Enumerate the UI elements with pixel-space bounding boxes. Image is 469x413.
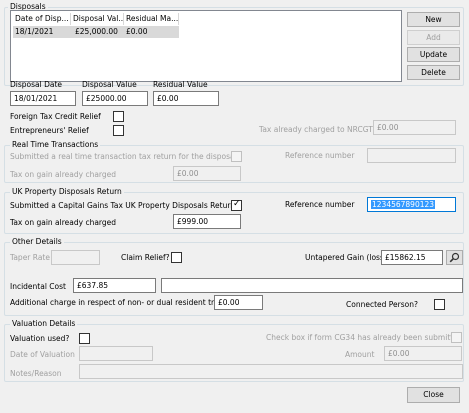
disposal-value-field[interactable]: £25000.00 [82, 91, 148, 106]
ukpd-reference-label: Reference number [285, 200, 355, 209]
new-button[interactable]: New [407, 12, 460, 27]
ukpd-reference-selected-text: 1234567890123 [371, 200, 436, 209]
additional-charge-field[interactable]: £0.00 [214, 295, 263, 310]
valuation-date-label: Date of Valuation [10, 350, 75, 359]
row-date-cell: 18/1/2021 [15, 27, 54, 36]
valuation-group-title: Valuation Details [10, 319, 78, 329]
disposal-date-label: Disposal Date [10, 80, 63, 89]
valuation-used-label: Valuation used? [10, 334, 70, 343]
amount-field[interactable]: £0.00 [384, 346, 462, 361]
rtt-submitted-checkbox[interactable] [231, 151, 242, 162]
notes-reason-field[interactable] [79, 364, 463, 379]
column-header-residual[interactable]: Residual Ma... [124, 13, 179, 25]
disposal-date-field[interactable]: 18/01/2021 [10, 91, 76, 106]
valuation-date-field[interactable] [79, 346, 153, 361]
row-residual-cell: £0.00 [126, 27, 148, 36]
cg34-checkbox[interactable] [451, 332, 462, 343]
entrepreneurs-relief-label: Entrepreneurs' Relief [10, 126, 89, 135]
rtt-reference-field[interactable] [367, 148, 456, 163]
update-button[interactable]: Update [407, 47, 460, 62]
ukpd-submitted-label: Submitted a Capital Gains Tax UK Propert… [10, 201, 236, 210]
taper-rate-field[interactable] [51, 250, 100, 265]
row-value-cell: £25,000.00 [75, 27, 118, 36]
taper-rate-label: Taper Rate [10, 253, 50, 262]
residual-value-field[interactable]: £0.00 [153, 91, 219, 106]
foreign-tax-credit-checkbox[interactable] [113, 111, 124, 122]
other-details-group-title: Other Details [10, 237, 64, 247]
rtt-reference-label: Reference number [285, 151, 355, 160]
disposals-list[interactable]: Date of Disp... Disposal Val... Residual… [10, 10, 402, 82]
rtt-tax-label: Tax on gain already charged [10, 170, 117, 179]
incidental-cost-field[interactable]: £637.85 [73, 278, 156, 293]
additional-charge-label: Additional charge in respect of non- or … [10, 298, 230, 307]
nrcgt-label: Tax already charged to NRCGT [259, 125, 373, 134]
cg34-label: Check box if form CG34 has already been … [266, 333, 463, 342]
incidental-note-field[interactable] [161, 278, 463, 293]
incidental-cost-label: Incidental Cost [10, 282, 66, 291]
nrcgt-field[interactable]: £0.00 [373, 120, 456, 135]
connected-person-checkbox[interactable] [434, 299, 445, 310]
add-button[interactable]: Add [407, 30, 460, 45]
notes-reason-label: Notes/Reason [10, 369, 62, 378]
disposal-value-label: Disposal Value [82, 80, 137, 89]
valuation-used-checkbox[interactable] [79, 333, 90, 344]
ukpd-tax-field[interactable]: £999.00 [173, 214, 241, 229]
ukpd-tax-label: Tax on gain already charged [10, 218, 117, 227]
foreign-tax-credit-label: Foreign Tax Credit Relief [10, 112, 101, 121]
claim-relief-checkbox[interactable] [171, 252, 182, 263]
checkmark-icon: ✓ [233, 199, 241, 209]
entrepreneurs-relief-checkbox[interactable] [113, 125, 124, 136]
delete-button[interactable]: Delete [407, 65, 460, 80]
column-header-date[interactable]: Date of Disp... [13, 13, 71, 25]
amount-label: Amount [345, 350, 375, 359]
connected-person-label: Connected Person? [346, 300, 418, 309]
ukpd-reference-field[interactable]: 1234567890123 [367, 197, 456, 212]
close-button[interactable]: Close [407, 387, 460, 403]
rtt-tax-field[interactable]: £0.00 [173, 166, 241, 181]
claim-relief-label: Claim Relief? [121, 253, 170, 262]
search-button[interactable] [446, 250, 463, 265]
ukpd-group-title: UK Property Disposals Return [10, 187, 124, 197]
table-row[interactable]: 18/1/2021 £25,000.00 £0.00 [13, 26, 179, 38]
untapered-gain-label: Untapered Gain (loss) [305, 253, 387, 262]
residual-value-label: Residual Value [153, 80, 208, 89]
untapered-gain-field[interactable]: £15862.15 [381, 250, 443, 265]
column-header-value[interactable]: Disposal Val... [71, 13, 124, 25]
ukpd-submitted-checkbox[interactable]: ✓ [231, 199, 242, 211]
rtt-group-title: Real Time Transactions [10, 140, 101, 150]
search-icon [449, 252, 460, 263]
rtt-submitted-label: Submitted a real time transaction tax re… [10, 152, 237, 161]
